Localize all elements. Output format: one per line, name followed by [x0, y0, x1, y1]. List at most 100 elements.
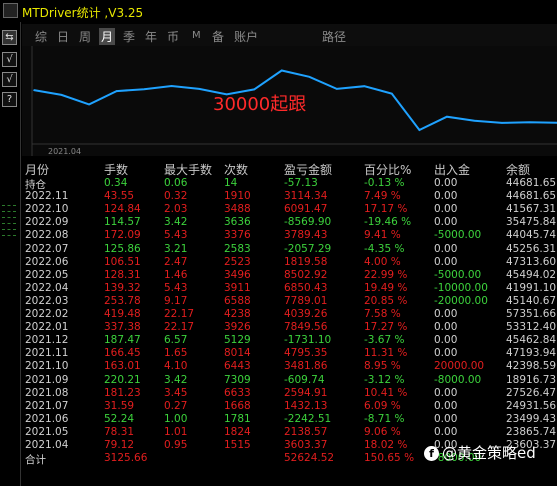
table-row: 2022.08 172.09 5.43 3376 3789.43 9.41 % -5000.…: [22, 229, 557, 243]
table-row: 2021.12 187.47 6.57 5129 -1731.10 -3.67 % 0.00…: [22, 334, 557, 348]
cell-max-lots: 1.00: [164, 412, 188, 425]
cell-count: 1824: [224, 425, 251, 438]
cell-balance: 41991.10: [506, 281, 557, 294]
cell-deposit-withdrawal: 0.00: [434, 177, 458, 189]
cell-max-lots: 6.57: [164, 334, 188, 347]
cell-deposit-withdrawal: 0.00: [434, 425, 458, 438]
swap-button[interactable]: ⇆: [2, 30, 17, 45]
cell-deposit-withdrawal: -5000.00: [434, 268, 482, 281]
cell-percent: 4.00 %: [364, 255, 401, 268]
table-row: 2021.07 31.59 0.27 1668 1432.13 6.09 % 0.00 249…: [22, 400, 557, 414]
cell-max-lots: 0.06: [164, 177, 188, 189]
cell-deposit-withdrawal: 0.00: [434, 399, 458, 412]
cell-balance: 45494.02: [506, 268, 557, 281]
tab-path[interactable]: 路径: [322, 28, 346, 45]
cell-percent: -3.67 %: [364, 334, 405, 347]
data-point: [501, 122, 503, 124]
cell-max-lots: 22.17: [164, 308, 195, 320]
cell-month: 2021.05: [25, 425, 69, 438]
cell-lots: 31.59: [104, 399, 135, 412]
header-month: 月份: [25, 163, 50, 177]
table-row: 2022.10 124.84 2.03 3488 6091.47 17.17 % 0.00 4…: [22, 203, 557, 217]
tab-notes[interactable]: 备: [212, 28, 224, 45]
cell-pnl: 4795.35: [284, 347, 328, 360]
cell-count: 3488: [224, 203, 251, 216]
cell-deposit-withdrawal: -20000.00: [434, 294, 488, 307]
header-lots: 手数: [104, 163, 129, 177]
cell-month: 2022.01: [25, 321, 69, 334]
cell-month: 2021.10: [25, 360, 69, 373]
cell-max-lots: 5.43: [164, 229, 188, 242]
cell-lots: 114.57: [104, 216, 141, 229]
cell-max-lots: 9.17: [164, 294, 188, 307]
tab-day[interactable]: 日: [57, 28, 69, 45]
data-point: [143, 88, 145, 91]
cell-balance: 42398.59: [506, 360, 557, 373]
tab-quarter[interactable]: 季: [123, 28, 135, 45]
table-row: 2022.05 128.31 1.46 3496 8502.92 22.99 % -5000…: [22, 269, 557, 283]
cell-lots: 187.47: [104, 334, 141, 347]
cell-balance: 27526.47: [506, 386, 557, 399]
data-point: [446, 115, 448, 118]
cell-balance: 57351.66: [506, 308, 557, 320]
cell-lots: 3125.66: [104, 452, 148, 465]
table-row: 2022.04 139.32 5.43 3911 6850.43 19.49 % -1000…: [22, 282, 557, 296]
watermark-text: @黄金策略ed: [442, 444, 536, 462]
table-row: 2022.09 114.57 3.42 3636 -8569.90 -19.46 % 0.0…: [22, 216, 557, 230]
cell-lots: 166.45: [104, 347, 141, 360]
cell-lots: 337.38: [104, 321, 141, 334]
cell-deposit-withdrawal: 0.00: [434, 334, 458, 347]
tab-year[interactable]: 年: [145, 28, 157, 45]
cell-lots: 106.51: [104, 255, 141, 268]
table-row: 2021.11 166.45 1.65 8014 4795.35 11.31 % 0.00 4…: [22, 347, 557, 361]
cell-month: 2022.02: [25, 308, 69, 320]
cell-pnl: -2242.51: [284, 412, 332, 425]
cell-month: 2022.11: [25, 190, 69, 203]
check-button-1[interactable]: √: [2, 52, 17, 67]
data-point: [33, 89, 35, 91]
tab-m[interactable]: M: [192, 30, 201, 41]
cell-balance: 23499.43: [506, 412, 557, 425]
cell-max-lots: 1.46: [164, 268, 188, 281]
help-button[interactable]: ?: [2, 92, 17, 107]
cell-pnl: -609.74: [284, 373, 325, 386]
tab-summary[interactable]: 综: [35, 28, 47, 45]
table-row: 2022.02 419.48 22.17 4238 4039.26 7.58 % 0.00 5…: [22, 308, 557, 322]
cell-percent: 9.06 %: [364, 425, 401, 438]
cell-deposit-withdrawal: 0.00: [434, 412, 458, 425]
check-button-2[interactable]: √: [2, 72, 17, 87]
table-row: 持仓 0.34 0.06 14 -57.13 -0.13 % 0.00 44681.65: [22, 177, 557, 191]
cell-month: 2022.05: [25, 268, 69, 281]
data-point: [335, 88, 338, 90]
cell-count: 6633: [224, 386, 251, 399]
cell-deposit-withdrawal: -5000.00: [434, 229, 482, 242]
chart-annotation: 30000起跟: [213, 94, 307, 115]
cell-percent: 7.58 %: [364, 308, 401, 320]
cell-month: 2021.11: [25, 347, 69, 360]
cell-max-lots: 5.43: [164, 281, 188, 294]
table-row: 2022.07 125.86 3.21 2583 -2057.29 -4.35 % 0.00…: [22, 243, 557, 257]
cell-count: 4238: [224, 308, 251, 320]
data-point: [280, 69, 283, 72]
cell-percent: -19.46 %: [364, 216, 412, 229]
tab-week[interactable]: 周: [79, 28, 91, 45]
cell-count: 6443: [224, 360, 251, 373]
cell-max-lots: 2.47: [164, 255, 188, 268]
tab-account[interactable]: 账户: [234, 28, 258, 45]
cell-pnl: -1731.10: [284, 334, 332, 347]
tab-month[interactable]: 月: [99, 28, 116, 45]
table-row: 2021.10 163.01 4.10 6443 3481.86 8.95 % 20000.…: [22, 360, 557, 374]
cell-max-lots: 3.45: [164, 386, 188, 399]
cell-month: 2022.06: [25, 255, 69, 268]
cell-pnl: 3603.37: [284, 439, 328, 451]
cell-month: 2021.08: [25, 386, 69, 399]
cell-month: 2022.03: [25, 294, 69, 307]
cell-count: 3376: [224, 229, 251, 242]
tab-currency[interactable]: 币: [167, 28, 179, 45]
table-row: 2022.11 43.55 0.32 1910 3114.34 7.49 % 0.00 446…: [22, 190, 557, 204]
data-point: [363, 85, 366, 88]
cell-percent: 10.41 %: [364, 386, 408, 399]
cell-count: 1781: [224, 412, 251, 425]
data-point: [198, 88, 200, 90]
cell-max-lots: 3.42: [164, 216, 188, 229]
